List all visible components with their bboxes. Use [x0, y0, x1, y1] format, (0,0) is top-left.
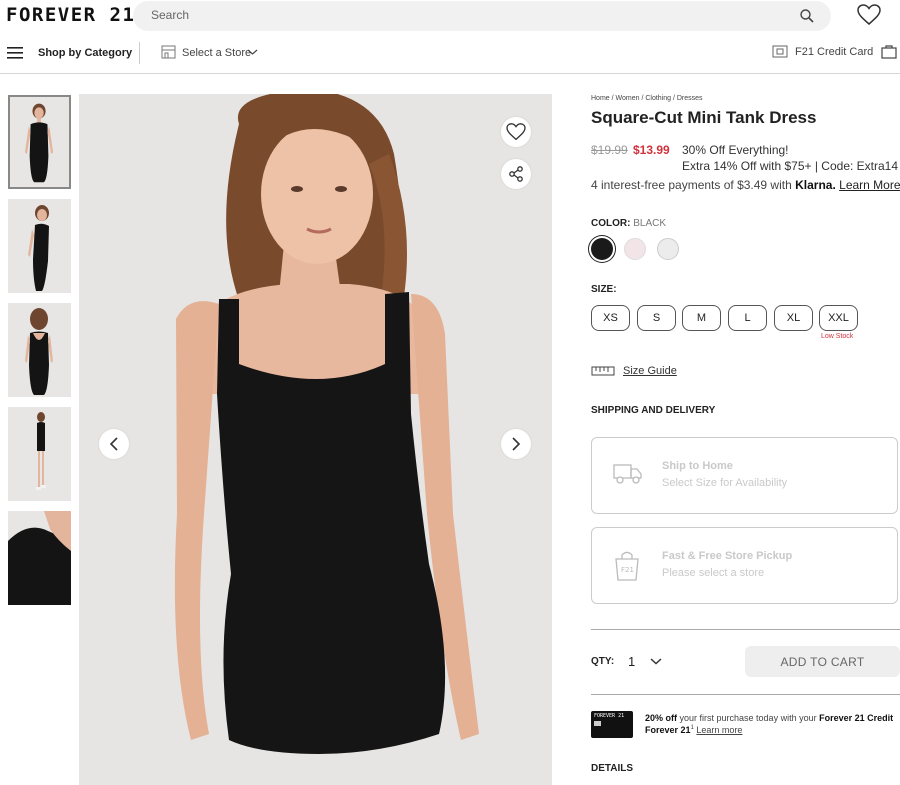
offer-percent: 20% off [645, 713, 678, 723]
offer-text: your first purchase today with your [677, 713, 820, 723]
search-icon[interactable] [799, 8, 815, 24]
breadcrumb[interactable]: Home / Women / Clothing / Dresses [591, 95, 703, 102]
product-title: Square-Cut Mini Tank Dress [591, 108, 817, 127]
color-swatch-grey[interactable] [657, 238, 679, 260]
product-thumbnail[interactable] [8, 303, 71, 397]
chevron-down-icon[interactable] [650, 657, 662, 665]
color-label-text: COLOR: [591, 218, 631, 229]
offer-card-name: Forever 21 Credit [819, 713, 894, 723]
add-to-cart-button[interactable]: ADD TO CART [745, 646, 900, 677]
main-product-image [79, 94, 552, 785]
product-thumbnail[interactable] [8, 199, 71, 293]
size-l-button[interactable]: L [728, 305, 767, 331]
card-chip [594, 721, 601, 726]
klarna-logo: Klarna. [795, 178, 836, 192]
forever21-logo[interactable]: FOREVER 21 [6, 4, 135, 26]
color-swatch-pink[interactable] [624, 238, 646, 260]
quantity-label: QTY: [591, 656, 615, 667]
credit-offer-text: 20% off your first purchase today with y… [645, 713, 893, 723]
size-label: SIZE: [591, 284, 617, 295]
thumbnail-image [8, 199, 71, 293]
klarna-payment-info: 4 interest-free payments of $3.49 with K… [591, 178, 900, 192]
divider [591, 694, 900, 695]
original-price: $19.99 [591, 143, 628, 157]
sale-price: $13.99 [633, 143, 670, 157]
details-heading[interactable]: DETAILS [591, 763, 633, 774]
ruler-icon [591, 366, 615, 376]
chevron-right-icon [512, 437, 521, 451]
product-thumbnail[interactable] [8, 407, 71, 501]
svg-text:F21: F21 [621, 566, 634, 574]
size-m-button[interactable]: M [682, 305, 721, 331]
hamburger-menu-icon[interactable] [7, 46, 23, 60]
thumbnail-image [8, 511, 71, 605]
klarna-learn-more-link[interactable]: Learn More [839, 178, 900, 192]
credit-card-image: FOREVER 21 [591, 711, 633, 738]
credit-card-link[interactable]: F21 Credit Card [795, 46, 873, 58]
share-icon [509, 166, 523, 182]
divider [139, 42, 140, 64]
store-pickup-option[interactable]: F21 Fast & Free Store Pickup Please sele… [591, 527, 898, 604]
color-label: COLOR: BLACK [591, 218, 666, 229]
search-bar[interactable] [133, 1, 831, 31]
wishlist-heart-icon[interactable] [857, 4, 881, 26]
size-xxl-button[interactable]: XXL [819, 305, 858, 331]
store-pickup-title: Fast & Free Store Pickup [662, 550, 793, 562]
credit-card-icon [772, 45, 788, 58]
image-wishlist-button[interactable] [501, 117, 531, 147]
low-stock-badge: Low Stock [821, 333, 854, 340]
product-thumbnail[interactable] [8, 511, 71, 605]
klarna-text: 4 interest-free payments of $3.49 with [591, 178, 796, 192]
color-swatch-black[interactable] [591, 238, 613, 260]
promo-code-text: Extra 14% Off with $75+ | Code: Extra14 [682, 159, 899, 173]
ship-to-home-option[interactable]: Ship to Home Select Size for Availabilit… [591, 437, 898, 514]
divider [591, 629, 900, 630]
chevron-left-icon [109, 437, 118, 451]
offer-footnote: 1 [690, 725, 694, 731]
credit-learn-more-link[interactable]: Learn more [696, 725, 742, 735]
thumbnail-image [8, 303, 71, 397]
delivery-truck-icon [613, 464, 642, 484]
offer-brand: Forever 21 [645, 725, 691, 735]
card-logo-text: FOREVER 21 [594, 713, 625, 719]
shipping-delivery-heading: SHIPPING AND DELIVERY [591, 405, 716, 416]
chevron-down-icon[interactable] [247, 48, 258, 56]
promo-text: 30% Off Everything! [682, 143, 789, 157]
thumbnail-image [10, 97, 69, 187]
sub-navigation: Shop by Category Select a Store F21 Cred… [0, 38, 900, 74]
shopping-bag-f21-icon: F21 [615, 551, 639, 581]
size-xl-button[interactable]: XL [774, 305, 813, 331]
size-xs-button[interactable]: XS [591, 305, 630, 331]
shopping-bag-icon[interactable] [881, 44, 897, 59]
ship-to-home-subtitle: Select Size for Availability [662, 477, 788, 489]
model-photo [79, 94, 552, 785]
thumbnail-image [8, 407, 71, 501]
ship-to-home-title: Ship to Home [662, 460, 733, 472]
quantity-select[interactable]: 1 [628, 654, 635, 669]
next-image-button[interactable] [501, 429, 531, 459]
product-thumbnail[interactable] [8, 95, 71, 189]
select-store-link[interactable]: Select a Store [182, 47, 251, 59]
credit-offer-text-line2: Forever 211 Learn more [645, 725, 742, 735]
store-icon [161, 45, 176, 59]
selected-color-value: BLACK [633, 218, 667, 229]
heart-icon [506, 123, 526, 141]
size-s-button[interactable]: S [637, 305, 676, 331]
size-guide-link[interactable]: Size Guide [623, 365, 677, 377]
search-input[interactable] [151, 8, 751, 22]
shop-by-category-link[interactable]: Shop by Category [38, 47, 132, 59]
store-pickup-subtitle: Please select a store [662, 567, 765, 579]
previous-image-button[interactable] [99, 429, 129, 459]
share-button[interactable] [501, 159, 531, 189]
